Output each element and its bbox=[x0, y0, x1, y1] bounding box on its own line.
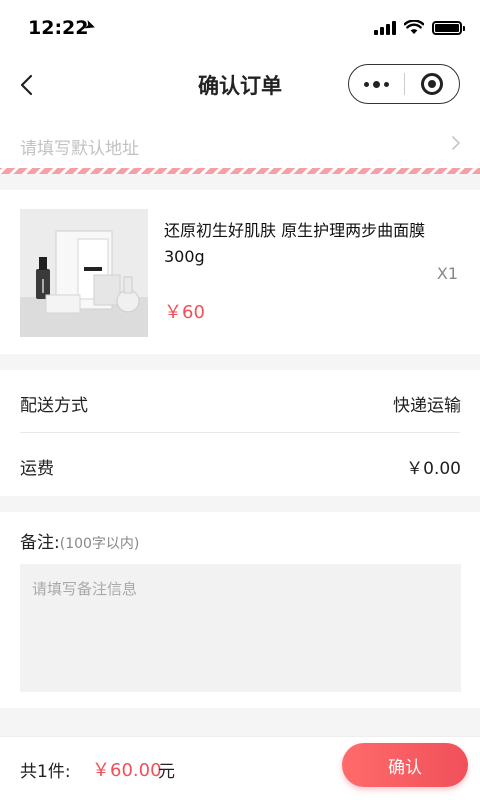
more-button[interactable] bbox=[349, 65, 404, 103]
total-amount: ￥60.00 bbox=[92, 760, 162, 781]
delivery-method-label: 配送方式 bbox=[20, 396, 88, 416]
product-name: 还原初生好肌肤 原生护理两步曲面膜300g bbox=[164, 221, 426, 266]
shipping-fee-row: 运费 ￥0.00 bbox=[0, 433, 480, 496]
confirm-button[interactable]: 确认 bbox=[342, 743, 468, 787]
delivery-info-card: 配送方式 快递运输 运费 ￥0.00 bbox=[0, 370, 480, 496]
signal-icon bbox=[374, 20, 396, 35]
address-selector[interactable]: 请填写默认地址 bbox=[0, 114, 480, 174]
remark-title: 备注:(100字以内) bbox=[20, 528, 139, 553]
chevron-right-icon bbox=[452, 136, 460, 150]
product-quantity: X1 bbox=[436, 264, 458, 283]
product-image bbox=[20, 209, 148, 337]
remark-hint: (100字以内) bbox=[59, 536, 140, 552]
delivery-method-value: 快递运输 bbox=[393, 396, 461, 416]
back-chevron-icon bbox=[20, 74, 33, 96]
mini-program-capsule bbox=[348, 64, 460, 104]
bottom-bar: 共1件: ￥60.00 元 确认 bbox=[0, 736, 480, 800]
product-price: ￥60 bbox=[164, 302, 205, 323]
more-dots-icon bbox=[364, 81, 369, 87]
remark-card: 备注:(100字以内) bbox=[0, 512, 480, 708]
status-bar: 12:22 ➤ bbox=[0, 0, 480, 56]
status-icons bbox=[374, 20, 465, 35]
remark-label: 备注: bbox=[20, 533, 60, 553]
total-unit: 元 bbox=[158, 762, 175, 782]
address-stripe-divider bbox=[0, 168, 480, 174]
close-mini-program-button[interactable] bbox=[405, 65, 459, 103]
delivery-method-row[interactable]: 配送方式 快递运输 bbox=[0, 370, 480, 433]
nav-bar: 确认订单 bbox=[0, 56, 480, 114]
shipping-fee-value: ￥0.00 bbox=[406, 459, 461, 479]
remark-input[interactable] bbox=[20, 564, 461, 692]
total-count-label: 共1件: bbox=[20, 762, 71, 782]
battery-icon bbox=[432, 20, 465, 35]
shipping-fee-label: 运费 bbox=[20, 459, 54, 479]
wifi-icon bbox=[404, 20, 424, 34]
close-target-icon bbox=[421, 73, 443, 95]
address-placeholder: 请填写默认地址 bbox=[20, 139, 139, 159]
product-card: 还原初生好肌肤 原生护理两步曲面膜300g ￥60 X1 bbox=[0, 190, 480, 354]
back-button[interactable] bbox=[14, 68, 46, 102]
status-time: 12:22 bbox=[28, 17, 89, 39]
